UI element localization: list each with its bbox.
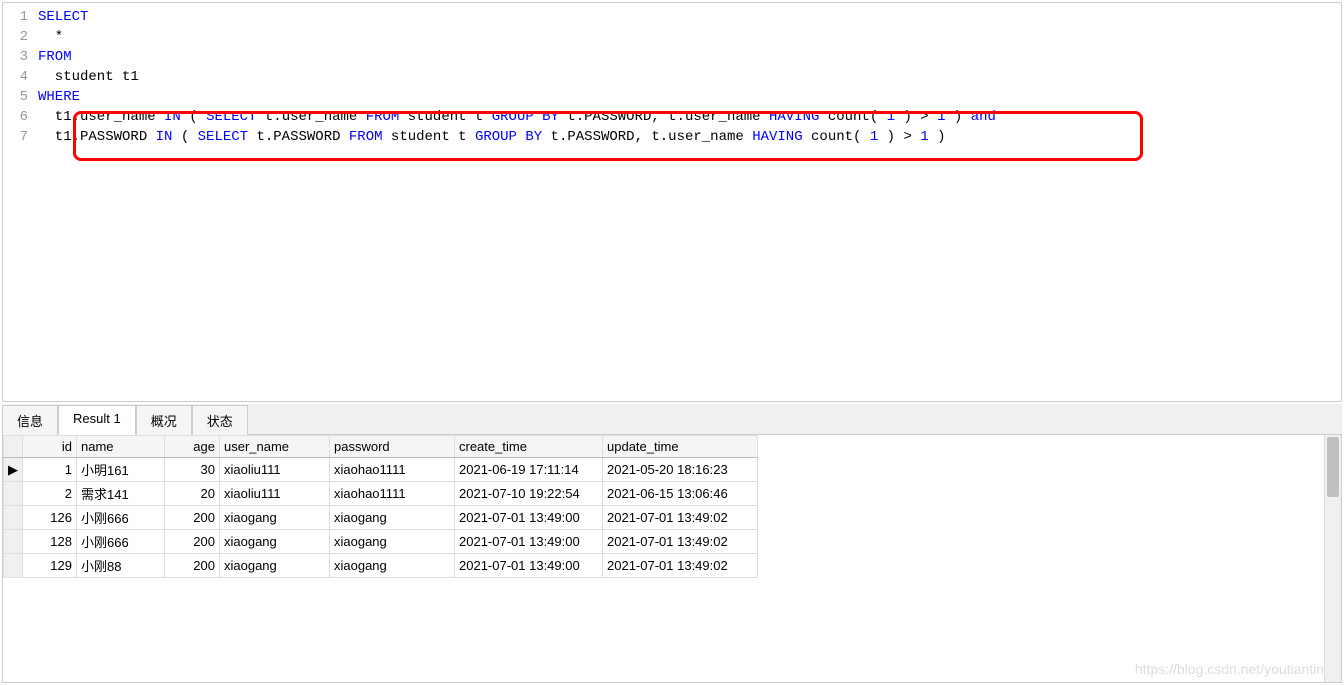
cell-create_time[interactable]: 2021-06-19 17:11:14	[455, 458, 603, 482]
table-row[interactable]: 2需求14120xiaoliu111xiaohao11112021-07-10 …	[4, 482, 758, 506]
line-number: 6	[3, 107, 38, 127]
cell-password[interactable]: xiaohao1111	[330, 458, 455, 482]
line-number: 4	[3, 67, 38, 87]
cell-create_time[interactable]: 2021-07-01 13:49:00	[455, 530, 603, 554]
cell-update_time[interactable]: 2021-07-01 13:49:02	[603, 506, 758, 530]
cell-password[interactable]: xiaohao1111	[330, 482, 455, 506]
code-content[interactable]: t1.PASSWORD IN ( SELECT t.PASSWORD FROM …	[38, 127, 1341, 147]
code-content[interactable]: SELECT	[38, 7, 1341, 27]
code-line[interactable]: 7 t1.PASSWORD IN ( SELECT t.PASSWORD FRO…	[3, 127, 1341, 147]
cell-age[interactable]: 200	[165, 554, 220, 578]
code-line[interactable]: 5WHERE	[3, 87, 1341, 107]
column-header-name[interactable]: name	[77, 436, 165, 458]
scrollbar-thumb[interactable]	[1327, 437, 1339, 497]
code-content[interactable]: student t1	[38, 67, 1341, 87]
tab-result-1[interactable]: Result 1	[58, 405, 136, 435]
vertical-scrollbar[interactable]	[1324, 435, 1341, 682]
result-body: ▶1小明16130xiaoliu111xiaohao11112021-06-19…	[4, 458, 758, 578]
cell-user_name[interactable]: xiaogang	[220, 554, 330, 578]
app-container: 1SELECT2 *3FROM4 student t15WHERE6 t1.us…	[0, 0, 1344, 685]
tab-信息[interactable]: 信息	[2, 405, 58, 435]
row-marker	[4, 506, 23, 530]
code-content[interactable]: t1.user_name IN ( SELECT t.user_name FRO…	[38, 107, 1341, 127]
cell-user_name[interactable]: xiaogang	[220, 506, 330, 530]
cell-age[interactable]: 200	[165, 530, 220, 554]
cell-password[interactable]: xiaogang	[330, 530, 455, 554]
code-content[interactable]: FROM	[38, 47, 1341, 67]
cell-name[interactable]: 小刚666	[77, 506, 165, 530]
result-header-row: idnameageuser_namepasswordcreate_timeupd…	[4, 436, 758, 458]
cell-age[interactable]: 30	[165, 458, 220, 482]
line-number: 3	[3, 47, 38, 67]
cell-update_time[interactable]: 2021-07-01 13:49:02	[603, 530, 758, 554]
line-number: 7	[3, 127, 38, 147]
table-row[interactable]: 126小刚666200xiaogangxiaogang2021-07-01 13…	[4, 506, 758, 530]
row-marker	[4, 554, 23, 578]
code-line[interactable]: 3FROM	[3, 47, 1341, 67]
cell-create_time[interactable]: 2021-07-01 13:49:00	[455, 554, 603, 578]
result-panel: idnameageuser_namepasswordcreate_timeupd…	[2, 435, 1342, 683]
cell-user_name[interactable]: xiaoliu111	[220, 482, 330, 506]
column-header-user_name[interactable]: user_name	[220, 436, 330, 458]
column-header-create_time[interactable]: create_time	[455, 436, 603, 458]
code-line[interactable]: 1SELECT	[3, 7, 1341, 27]
cell-update_time[interactable]: 2021-05-20 18:16:23	[603, 458, 758, 482]
cell-update_time[interactable]: 2021-06-15 13:06:46	[603, 482, 758, 506]
cell-name[interactable]: 需求141	[77, 482, 165, 506]
table-row[interactable]: 129小刚88200xiaogangxiaogang2021-07-01 13:…	[4, 554, 758, 578]
cell-id[interactable]: 126	[23, 506, 77, 530]
row-marker-header	[4, 436, 23, 458]
cell-age[interactable]: 20	[165, 482, 220, 506]
cell-create_time[interactable]: 2021-07-01 13:49:00	[455, 506, 603, 530]
tab-状态[interactable]: 状态	[192, 405, 248, 435]
editor-lines: 1SELECT2 *3FROM4 student t15WHERE6 t1.us…	[3, 3, 1341, 151]
cell-update_time[interactable]: 2021-07-01 13:49:02	[603, 554, 758, 578]
table-row[interactable]: 128小刚666200xiaogangxiaogang2021-07-01 13…	[4, 530, 758, 554]
table-row[interactable]: ▶1小明16130xiaoliu111xiaohao11112021-06-19…	[4, 458, 758, 482]
code-line[interactable]: 4 student t1	[3, 67, 1341, 87]
cell-password[interactable]: xiaogang	[330, 506, 455, 530]
tab-概况[interactable]: 概况	[136, 405, 192, 435]
row-marker	[4, 530, 23, 554]
code-line[interactable]: 2 *	[3, 27, 1341, 47]
cell-name[interactable]: 小明161	[77, 458, 165, 482]
column-header-id[interactable]: id	[23, 436, 77, 458]
cell-id[interactable]: 129	[23, 554, 77, 578]
line-number: 1	[3, 7, 38, 27]
cell-id[interactable]: 1	[23, 458, 77, 482]
cell-user_name[interactable]: xiaogang	[220, 530, 330, 554]
code-line[interactable]: 6 t1.user_name IN ( SELECT t.user_name F…	[3, 107, 1341, 127]
sql-editor[interactable]: 1SELECT2 *3FROM4 student t15WHERE6 t1.us…	[2, 2, 1342, 402]
cell-name[interactable]: 小刚666	[77, 530, 165, 554]
column-header-age[interactable]: age	[165, 436, 220, 458]
cell-name[interactable]: 小刚88	[77, 554, 165, 578]
result-tabs: 信息Result 1概况状态	[2, 404, 1342, 435]
cell-age[interactable]: 200	[165, 506, 220, 530]
column-header-password[interactable]: password	[330, 436, 455, 458]
line-number: 5	[3, 87, 38, 107]
row-marker: ▶	[4, 458, 23, 482]
cell-password[interactable]: xiaogang	[330, 554, 455, 578]
column-header-update_time[interactable]: update_time	[603, 436, 758, 458]
cell-id[interactable]: 2	[23, 482, 77, 506]
code-content[interactable]: *	[38, 27, 1341, 47]
line-number: 2	[3, 27, 38, 47]
code-content[interactable]: WHERE	[38, 87, 1341, 107]
row-marker	[4, 482, 23, 506]
cell-user_name[interactable]: xiaoliu111	[220, 458, 330, 482]
cell-id[interactable]: 128	[23, 530, 77, 554]
result-table: idnameageuser_namepasswordcreate_timeupd…	[3, 435, 758, 578]
cell-create_time[interactable]: 2021-07-10 19:22:54	[455, 482, 603, 506]
